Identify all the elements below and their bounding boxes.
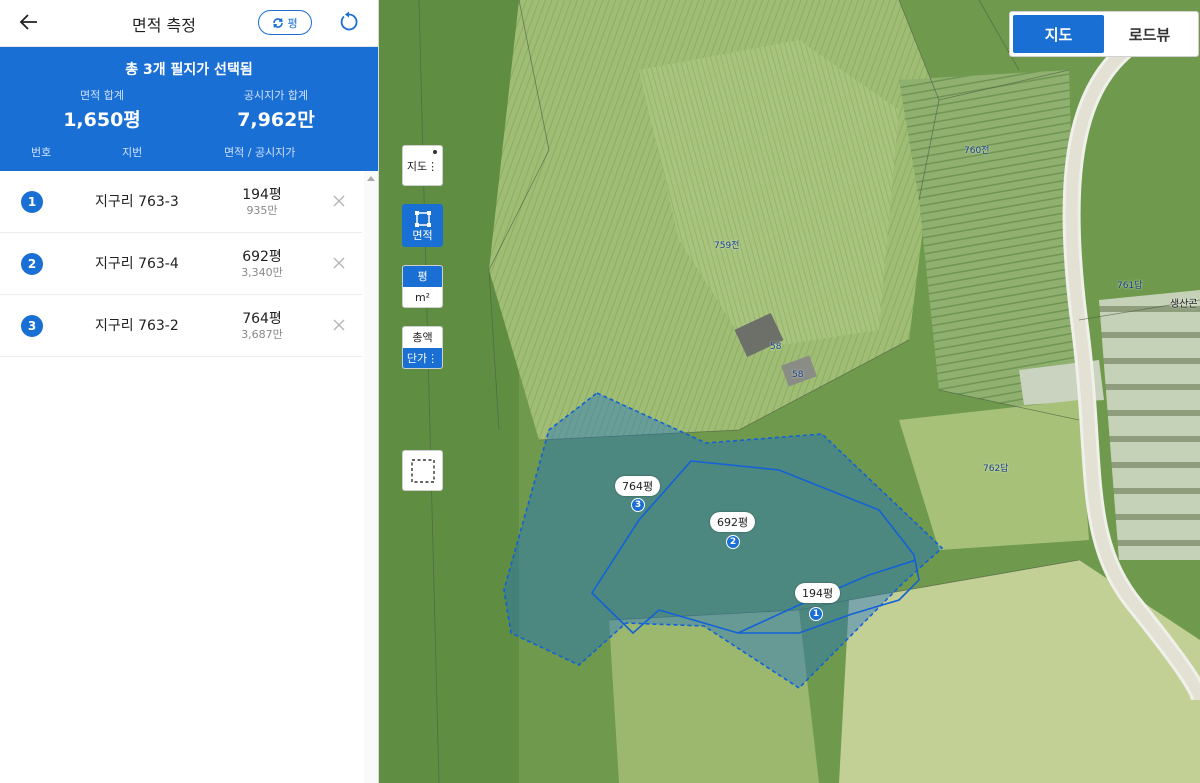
area-select-icon (415, 211, 431, 227)
parcel-number-badge: 2 (21, 253, 43, 275)
parcel-area: 194평 (242, 187, 282, 203)
scroll-up-icon[interactable] (367, 176, 375, 181)
summary-box: 총 3개 필지가 선택됨 면적 합계 1,650평 공시지가 합계 7,962만… (0, 47, 378, 171)
unit-sqm-option[interactable]: m² (403, 287, 442, 307)
menu-dots-icon: ⋮ (427, 160, 439, 173)
total-price-option[interactable]: 총액 (403, 327, 442, 348)
unit-price-label: 단가 (406, 352, 428, 365)
lot-label: 760전 (964, 146, 990, 156)
lot-label: 762답 (983, 464, 1009, 474)
remove-parcel-button[interactable] (327, 252, 351, 276)
lot-label: 58 (792, 370, 804, 380)
page-title: 면적 측정 (132, 16, 196, 35)
parcel-number-marker[interactable]: 3 (631, 498, 645, 512)
parcel-number-badge: 1 (21, 191, 43, 213)
lot-label: 759전 (714, 241, 740, 251)
parcel-area-label: 764평 (615, 476, 661, 496)
lot-label: 761답 (1117, 281, 1143, 291)
table-row[interactable]: 2 지구리 763-4 692평 3,340만 (0, 233, 362, 295)
reset-button[interactable] (334, 9, 364, 37)
price-mode-switch: 총액 단가⋮ (402, 326, 443, 369)
parcel-area-label: 692평 (710, 512, 756, 532)
unit-price-option[interactable]: 단가⋮ (403, 348, 442, 368)
map-mode-toggle: 지도 로드뷰 (1009, 11, 1199, 57)
parcel-number-badge: 3 (21, 315, 43, 337)
place-name-label: 생산곤 (1170, 299, 1198, 310)
back-button[interactable] (14, 9, 44, 37)
column-jibun: 지번 (122, 146, 143, 159)
area-measure-button[interactable]: 면적 (402, 204, 443, 247)
area-total-value: 1,650평 (63, 109, 141, 131)
table-row[interactable]: 1 지구리 763-3 194평 935만 (0, 171, 362, 233)
selection-count: 총 3개 필지가 선택됨 (125, 62, 253, 78)
price-total: 공시지가 합계 7,962만 (196, 87, 356, 132)
column-num: 번호 (31, 146, 52, 159)
price-total-value: 7,962만 (237, 109, 315, 131)
map-view[interactable]: 760전 759전 761답 762답 58 58 생산곤 764평 3 692… (379, 0, 1200, 783)
parcel-area: 764평 (242, 311, 282, 327)
parcel-number-marker[interactable]: 1 (809, 607, 823, 621)
unit-switch: 평 m² (402, 265, 443, 308)
panel-header: 면적 측정 평 (0, 0, 378, 47)
area-total: 면적 합계 1,650평 (22, 87, 182, 132)
parcel-jibun: 지구리 763-4 (95, 256, 179, 272)
remove-parcel-button[interactable] (327, 314, 351, 338)
parcel-price: 3,340만 (241, 266, 283, 279)
menu-dots-icon: ⋮ (427, 352, 439, 365)
unit-toggle-button[interactable]: 평 (258, 10, 312, 35)
unit-toggle-label: 평 (287, 17, 298, 30)
table-row[interactable]: 3 지구리 763-2 764평 3,687만 (0, 295, 362, 357)
area-measure-label: 면적 (412, 229, 433, 242)
arrow-left-icon (19, 13, 37, 30)
measurement-panel: 면적 측정 평 총 3개 필지가 선택됨 면적 합계 1,650평 공시지가 합… (0, 0, 379, 783)
parcel-list: 1 지구리 763-3 194평 935만 2 지구리 763-4 692평 3… (0, 171, 362, 357)
parcel-jibun: 지구리 763-2 (95, 318, 179, 334)
more-icon (433, 150, 437, 154)
rectangle-select-button[interactable] (402, 450, 443, 491)
roadview-mode-button[interactable]: 로드뷰 (1104, 15, 1195, 53)
parcel-area: 692평 (242, 249, 282, 265)
parcel-price: 935만 (246, 204, 278, 217)
column-area-price: 면적 / 공시지가 (224, 146, 296, 159)
remove-parcel-button[interactable] (327, 190, 351, 214)
map-mode-button[interactable]: 지도 (1013, 15, 1104, 53)
aerial-map-background (379, 0, 1200, 783)
map-layer-button[interactable]: 지도⋮ (402, 145, 443, 186)
area-total-label: 면적 합계 (80, 89, 124, 102)
unit-pyeong-option[interactable]: 평 (403, 266, 442, 287)
lot-label: 58 (770, 342, 782, 352)
map-layer-label: 지도 (406, 160, 428, 173)
close-icon (333, 319, 345, 330)
parcel-price: 3,687만 (241, 328, 283, 341)
dashed-square-icon (411, 459, 435, 483)
refresh-icon (340, 11, 358, 30)
close-icon (333, 195, 345, 206)
parcel-jibun: 지구리 763-3 (95, 194, 179, 210)
parcel-number-marker[interactable]: 2 (726, 535, 740, 549)
swap-icon (273, 17, 284, 28)
price-total-label: 공시지가 합계 (243, 89, 309, 102)
list-scrollbar[interactable] (364, 171, 378, 783)
close-icon (333, 257, 345, 268)
parcel-area-label: 194평 (795, 583, 841, 603)
